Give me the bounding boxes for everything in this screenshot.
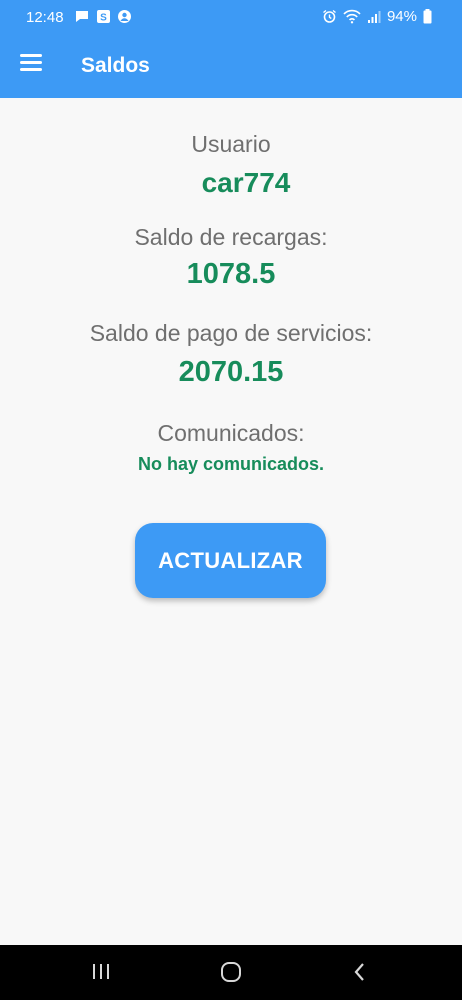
wifi-icon (343, 9, 361, 24)
back-icon[interactable] (351, 960, 369, 984)
status-left-icons: S (74, 9, 132, 24)
update-button[interactable]: ACTUALIZAR (135, 523, 326, 598)
balances-content: Usuario car774 Saldo de recargas: 1078.5… (0, 98, 462, 945)
recharge-balance-label: Saldo de recargas: (134, 224, 328, 250)
services-balance-value: 2070.15 (178, 356, 284, 388)
services-balance-label: Saldo de pago de servicios: (89, 320, 373, 346)
hamburger-menu-icon[interactable] (20, 54, 44, 74)
user-label: Usuario (191, 131, 271, 157)
app-bar: Saldos (0, 36, 462, 98)
status-right-icons: 94% (322, 8, 432, 25)
announcements-label: Comunicados: (157, 420, 305, 446)
battery-icon (423, 9, 432, 24)
recent-apps-icon[interactable] (91, 960, 111, 984)
message-icon (76, 11, 88, 22)
home-icon[interactable] (219, 960, 243, 984)
status-bar: 12:48 S 94% (0, 0, 462, 36)
svg-text:S: S (100, 13, 107, 24)
top-bar: 12:48 S 94% Saldos (0, 0, 462, 98)
status-time: 12:48 (26, 9, 64, 26)
recharge-balance-value: 1078.5 (186, 258, 276, 290)
account-icon (118, 10, 131, 23)
system-nav-bar (0, 945, 462, 1000)
announcements-value: No hay comunicados. (137, 454, 325, 474)
signal-icon (367, 10, 381, 23)
user-value: car774 (201, 167, 291, 198)
s-app-icon: S (97, 10, 110, 24)
page-title: Saldos (81, 54, 150, 77)
battery-percent: 94% (386, 8, 417, 25)
alarm-icon (323, 9, 336, 23)
